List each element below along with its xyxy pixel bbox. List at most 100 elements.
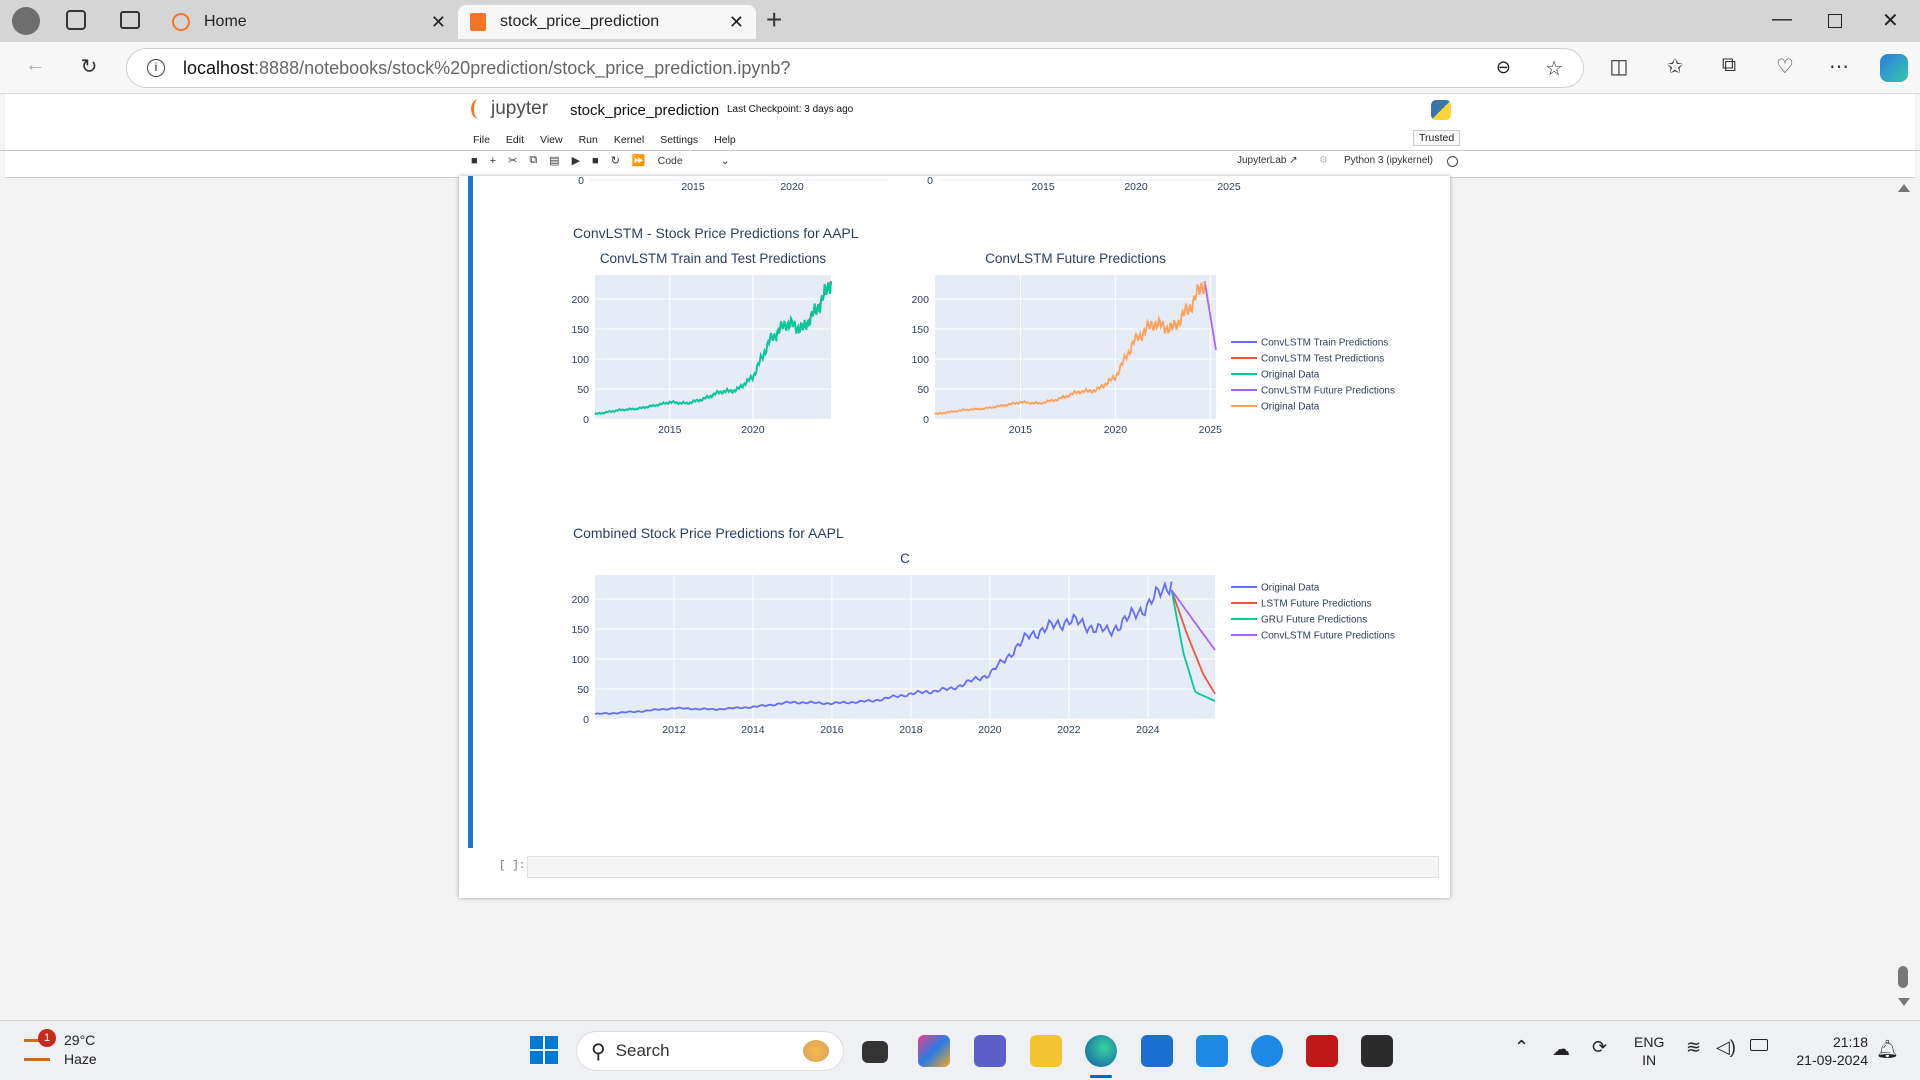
restart-icon[interactable]: ↻: [611, 154, 620, 167]
menu-kernel[interactable]: Kernel: [614, 134, 644, 146]
convlstm-future-chart: 2015 2020 2025 0 50 100 150 200 ConvLSTM Future …: [911, 251, 1394, 436]
edge-browser-icon[interactable]: [1085, 1035, 1117, 1067]
menu-view[interactable]: View: [540, 134, 563, 146]
x-tick-label: 2015: [658, 424, 682, 436]
onedrive-icon[interactable]: ☁: [1552, 1039, 1570, 1060]
cut-icon[interactable]: ✂: [508, 154, 517, 167]
notifications-bell-icon[interactable]: 🔔︎: [1876, 1039, 1899, 1060]
menu-run[interactable]: Run: [579, 134, 598, 146]
split-screen-icon[interactable]: ◫: [1604, 54, 1634, 79]
legend-label: ConvLSTM Train Predictions: [1261, 338, 1388, 349]
region-code: IN: [1642, 1052, 1657, 1068]
zoom-icon[interactable]: ⊖: [1496, 57, 1511, 78]
favorite-star-icon[interactable]: ☆: [1545, 56, 1563, 81]
y-tick-label: 200: [571, 294, 589, 306]
kernel-name[interactable]: Python 3 (ipykernel): [1344, 155, 1433, 166]
microsoft-store-icon[interactable]: [1141, 1035, 1173, 1067]
python-logo-icon: [1431, 100, 1451, 120]
weather-temp: 29°C: [64, 1032, 96, 1048]
teams-icon[interactable]: [974, 1035, 1006, 1067]
y-tick-label: 200: [911, 294, 929, 306]
copilot-icon[interactable]: [1880, 54, 1908, 82]
fast-forward-icon[interactable]: ⏩: [632, 154, 646, 167]
favorites-icon[interactable]: ✩: [1660, 54, 1690, 79]
jupyter-logo[interactable]: jupyter: [471, 98, 548, 120]
trusted-badge[interactable]: Trusted: [1413, 130, 1461, 146]
task-view-icon[interactable]: [862, 1041, 888, 1063]
new-tab-icon[interactable]: +: [766, 4, 782, 36]
help-icon[interactable]: [1251, 1035, 1283, 1067]
jupyter-header: jupyter stock_price_prediction Last Chec…: [0, 94, 1920, 178]
restore-icon[interactable]: [1828, 14, 1842, 28]
battery-icon[interactable]: [1750, 1039, 1768, 1051]
profile-icon[interactable]: [12, 7, 40, 35]
close-icon[interactable]: ✕: [729, 12, 744, 33]
start-button[interactable]: [530, 1036, 558, 1064]
notebook-title[interactable]: stock_price_prediction: [570, 102, 719, 119]
workspaces-icon[interactable]: [66, 10, 86, 30]
more-icon[interactable]: ⋯: [1824, 54, 1854, 79]
legend-label: ConvLSTM Future Predictions: [1261, 386, 1395, 397]
close-window-icon[interactable]: ✕: [1882, 8, 1899, 33]
chart-title: ConvLSTM Future Predictions: [985, 251, 1166, 266]
tab-actions-icon[interactable]: [120, 11, 140, 29]
page-scrollbar[interactable]: [1894, 178, 1912, 1016]
stop-icon[interactable]: ■: [592, 155, 599, 167]
scroll-down-icon[interactable]: [1898, 998, 1910, 1006]
wifi-icon[interactable]: ≋: [1686, 1037, 1701, 1058]
weather-widget[interactable]: 1 29°C Haze: [20, 1029, 140, 1073]
tab-home[interactable]: Home ✕: [160, 5, 458, 39]
windows-taskbar: 1 29°C Haze ⚲ Search ⌃ ☁ ⟳ ENG IN ≋ ◁) 2…: [0, 1020, 1920, 1080]
clock[interactable]: 21:18 21-09-2024: [1782, 1033, 1868, 1069]
show-hidden-icons[interactable]: ⌃: [1514, 1037, 1529, 1058]
kernel-status-icon: [1447, 156, 1458, 167]
add-cell-icon[interactable]: +: [490, 155, 496, 167]
back-icon[interactable]: ←: [20, 54, 50, 77]
menu-edit[interactable]: Edit: [506, 134, 524, 146]
terminal-icon[interactable]: [1361, 1035, 1393, 1067]
taskbar-search[interactable]: ⚲ Search: [576, 1031, 844, 1071]
y-tick-label: 100: [911, 354, 929, 366]
mcafee-icon[interactable]: [1306, 1035, 1338, 1067]
empty-code-cell-input[interactable]: [527, 856, 1439, 878]
save-icon[interactable]: ■: [471, 155, 478, 167]
jupyterlab-link[interactable]: JupyterLab ↗: [1237, 155, 1298, 166]
x-tick-label: 2025: [1199, 424, 1223, 436]
copilot-app-icon[interactable]: [918, 1035, 950, 1067]
legend-label: Original Data: [1261, 370, 1320, 381]
menu-help[interactable]: Help: [714, 134, 736, 146]
menu-file[interactable]: File: [473, 134, 490, 146]
browser-essentials-icon[interactable]: ♡: [1770, 54, 1800, 79]
minimize-icon[interactable]: —: [1772, 8, 1792, 31]
jupyter-logo-icon: [471, 99, 487, 119]
settings-gear-icon[interactable]: ⚙: [1319, 155, 1328, 166]
chart-title: C: [900, 551, 910, 566]
refresh-icon[interactable]: ↻: [74, 54, 104, 79]
site-info-icon[interactable]: i: [147, 59, 165, 77]
menu-bar: File Edit View Run Kernel Settings Help: [473, 134, 752, 146]
legend-label: LSTM Future Predictions: [1261, 599, 1372, 610]
language-indicator[interactable]: ENG IN: [1634, 1033, 1664, 1069]
myhp-icon[interactable]: [1196, 1035, 1228, 1067]
y-tick-label: 50: [577, 684, 589, 696]
file-explorer-icon[interactable]: [1030, 1035, 1062, 1067]
scroll-up-icon[interactable]: [1898, 184, 1910, 192]
collections-icon[interactable]: ⧉: [1714, 54, 1744, 77]
volume-icon[interactable]: ◁): [1716, 1037, 1736, 1058]
url-field[interactable]: i localhost:8888/notebooks/stock%20predi…: [126, 48, 1584, 88]
close-icon[interactable]: ✕: [431, 12, 446, 33]
scroll-thumb[interactable]: [1898, 966, 1908, 988]
tab-stock-price-prediction[interactable]: stock_price_prediction ✕: [458, 5, 756, 39]
lang-code: ENG: [1634, 1034, 1665, 1050]
menu-settings[interactable]: Settings: [660, 134, 698, 146]
jupyterlab-link-label: JupyterLab: [1237, 155, 1287, 166]
sync-icon[interactable]: ⟳: [1592, 1037, 1607, 1058]
x-tick-label: 2020: [978, 724, 1002, 736]
paste-icon[interactable]: ▤: [549, 154, 559, 167]
prev-chart-right: 0 2015 2020 2025: [927, 176, 1241, 193]
copy-icon[interactable]: ⧉: [529, 154, 537, 167]
prev-right-xtick-2025: 2025: [1217, 181, 1241, 193]
run-icon[interactable]: ▶: [572, 154, 580, 167]
notification-badge: 1: [38, 1029, 56, 1047]
cell-type-select[interactable]: Code ⌄: [658, 155, 730, 167]
